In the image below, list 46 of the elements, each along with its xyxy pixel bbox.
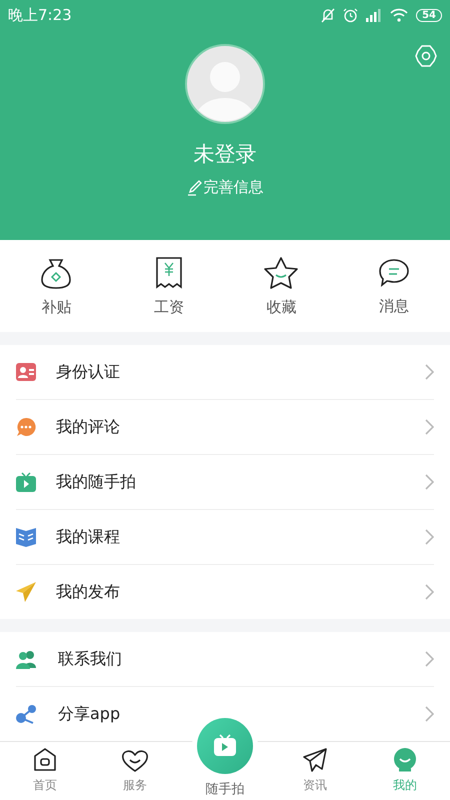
chat-bubble-icon [376, 256, 411, 288]
chevron-right-icon [425, 419, 434, 435]
receipt-icon [154, 256, 184, 290]
menu-item[interactable]: 我的评论 [56, 416, 425, 438]
shortcut-button[interactable]: 消息 [338, 240, 450, 332]
pencil-icon [186, 180, 202, 196]
chevron-right-icon [425, 651, 434, 667]
menu-item[interactable]: 分享app [58, 704, 425, 724]
home-icon [33, 747, 57, 773]
share-icon [16, 704, 38, 724]
nav-tab[interactable]: 首页 [0, 742, 90, 800]
menu-item[interactable]: 联系我们 [58, 648, 425, 670]
wifi-icon [390, 8, 408, 22]
id-card-icon [16, 363, 36, 381]
paper-plane-icon [16, 582, 36, 602]
tv-play-icon [197, 718, 253, 774]
battery-level: 54 [416, 8, 442, 22]
signal-icon [366, 8, 382, 22]
status-time: 晚上7:23 [8, 6, 72, 24]
chevron-right-icon [425, 706, 434, 722]
chevron-right-icon [425, 584, 434, 600]
book-icon [16, 527, 36, 547]
people-icon [16, 649, 38, 669]
chevron-right-icon [425, 364, 434, 380]
smiley-face-icon [392, 747, 418, 773]
tv-icon [16, 472, 36, 492]
chevron-right-icon [425, 529, 434, 545]
menu-item[interactable]: 身份认证 [56, 362, 425, 382]
menu-item[interactable]: 我的发布 [56, 582, 425, 602]
avatar[interactable] [185, 44, 265, 124]
chevron-right-icon [425, 474, 434, 490]
bell-muted-icon [321, 8, 336, 22]
nav-tab[interactable]: 服务 [90, 742, 180, 800]
paper-plane-icon [302, 747, 328, 773]
menu-item[interactable]: 我的随手拍 [56, 472, 425, 492]
settings-icon[interactable] [414, 44, 438, 68]
comment-icon [16, 417, 36, 437]
shortcut-button[interactable]: 补贴 [0, 240, 112, 332]
nav-tab[interactable]: 资讯 [270, 742, 360, 800]
menu-item[interactable]: 我的课程 [56, 526, 425, 548]
shortcut-button[interactable]: 工资 [112, 240, 225, 332]
user-name: 未登录 [194, 141, 256, 168]
star-icon [263, 256, 300, 290]
heart-icon [121, 749, 149, 773]
alarm-clock-icon [343, 8, 358, 22]
shortcut-button[interactable]: 收藏 [225, 240, 338, 332]
